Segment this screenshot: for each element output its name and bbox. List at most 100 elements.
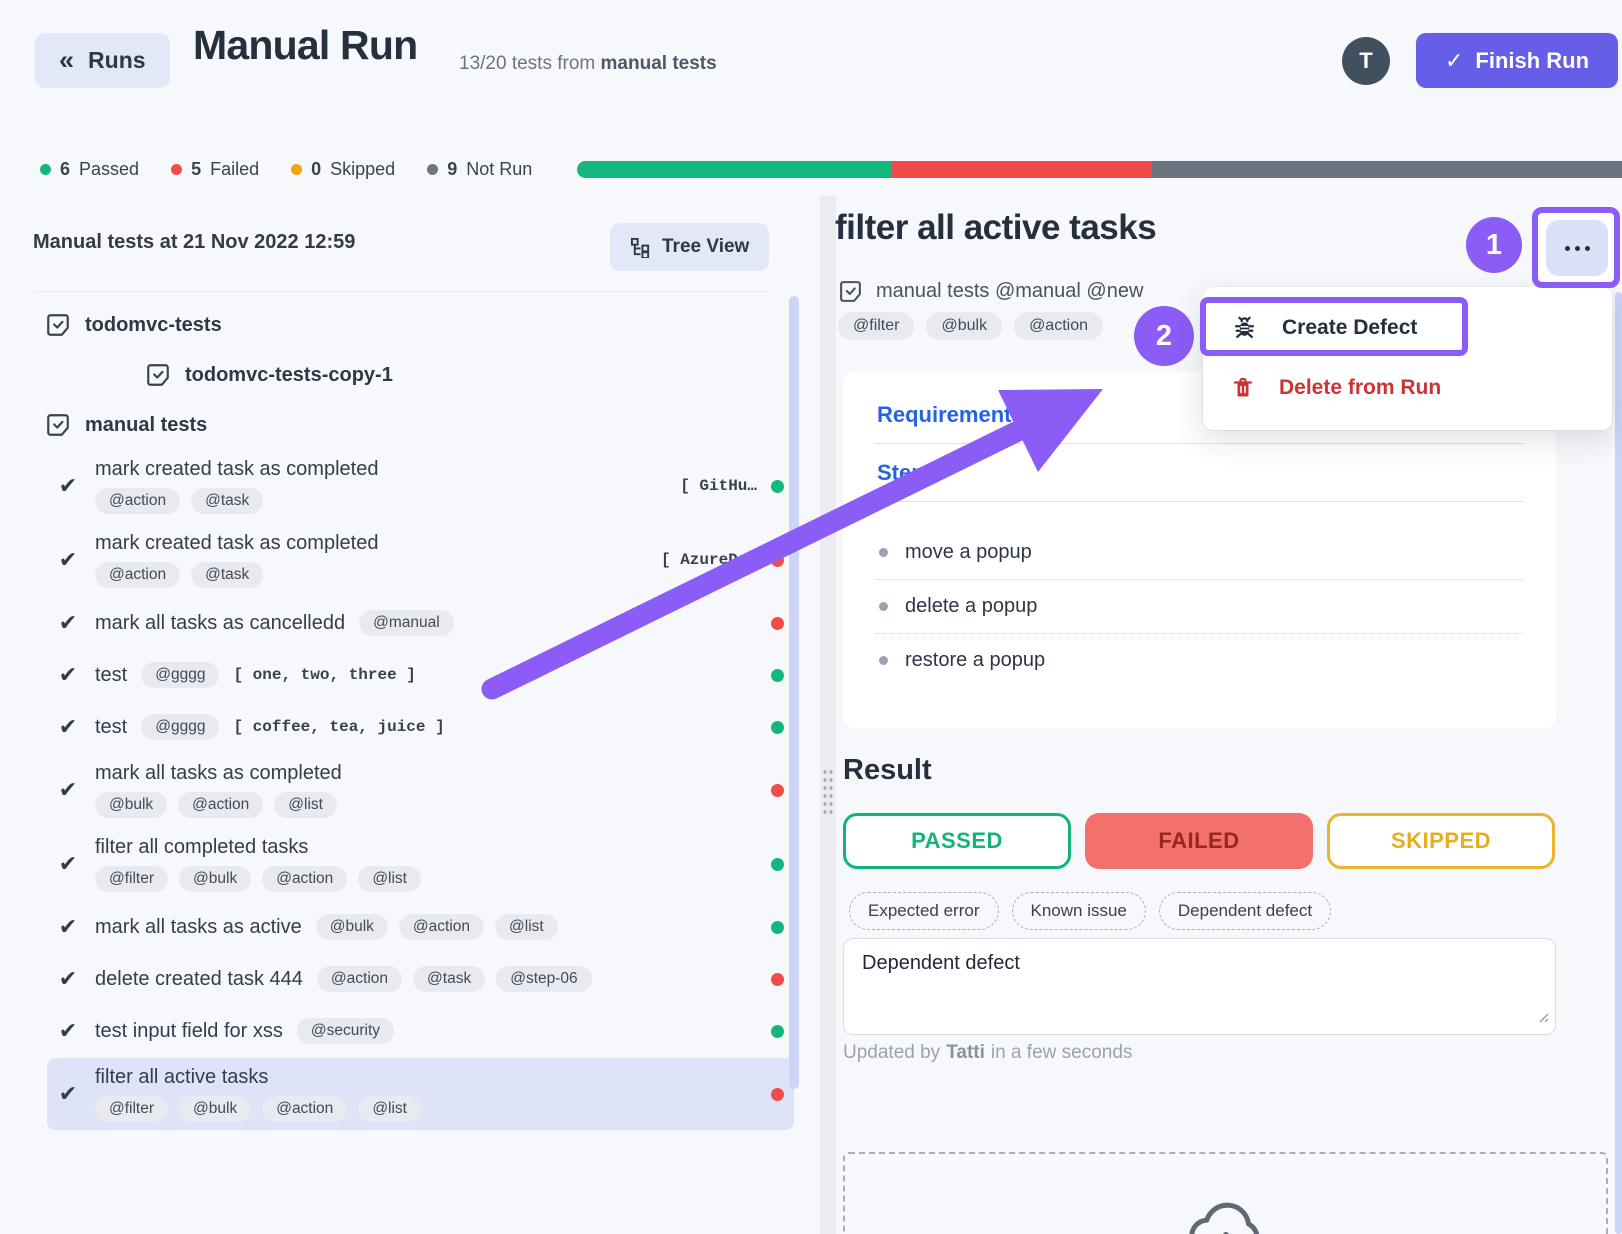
tag-chip: @action [399, 914, 484, 940]
quick-comment-chip[interactable]: Dependent defect [1159, 892, 1331, 930]
test-detail-suite: manual tests @manual @new [838, 279, 1143, 304]
tree-row[interactable]: test input field for xss@security [47, 1006, 794, 1056]
tree-row[interactable]: test@gggg[ one, two, three ] [47, 650, 794, 700]
test-title: mark all tasks as active [95, 916, 302, 939]
tree-row[interactable]: mark created task as completed@action@ta… [47, 450, 794, 522]
checkmark-icon [55, 610, 81, 636]
test-tags-inline: @action@task@step-06 [317, 966, 592, 992]
test-row-right: [ AzureDe… [661, 551, 794, 569]
step-text: move a popup [905, 541, 1032, 564]
tree-row[interactable]: mark created task as completed@action@ta… [47, 524, 794, 596]
tree-row[interactable]: delete created task 444@action@task@step… [47, 954, 794, 1004]
status-dot-icon [171, 164, 182, 175]
suite-icon [45, 312, 71, 338]
tag-chip: @action [178, 792, 263, 818]
attachment-dropzone[interactable] [843, 1152, 1608, 1234]
tag-chip: @filter [95, 866, 168, 892]
status-dot [771, 480, 784, 493]
status-dot-icon [291, 164, 302, 175]
checkmark-icon [55, 966, 81, 992]
right-scrollbar[interactable] [1615, 292, 1622, 1234]
tree-row[interactable]: manual tests [45, 400, 800, 450]
tag-chip: @list [274, 792, 337, 818]
tree-row[interactable]: todomvc-tests-copy-1 [145, 350, 800, 400]
checkmark-icon [55, 777, 81, 803]
skipped-button[interactable]: SKIPPED [1327, 813, 1555, 869]
step-item: restore a popup [875, 634, 1524, 687]
tag-chip: @filter [838, 312, 914, 340]
tag-chip: @manual [359, 610, 454, 636]
test-title: filter all active tasks [95, 1066, 268, 1089]
test-tags: @filter @bulk @action @list [95, 866, 421, 892]
test-tags: @filter@bulk@action@list [95, 1096, 421, 1122]
tree-row[interactable]: todomvc-tests [45, 300, 800, 350]
back-to-runs-button[interactable]: « Runs [35, 33, 170, 88]
quick-comment-chip[interactable]: Expected error [849, 892, 999, 930]
failed-button[interactable]: FAILED [1085, 813, 1313, 869]
annotation-rect-create-defect [1200, 297, 1468, 356]
test-main: mark all tasks as completed@bulk@action@… [95, 762, 342, 818]
stat-item: 0 Skipped [291, 159, 395, 180]
tree-row[interactable]: filter all completed tasks@filter@bulk@a… [47, 828, 794, 900]
finish-run-button[interactable]: ✓ Finish Run [1416, 33, 1618, 88]
steps-heading[interactable]: Steps [875, 460, 1524, 502]
panel-resize-handle[interactable] [822, 768, 835, 818]
tree-row[interactable]: mark all tasks as completed@bulk@action@… [47, 754, 794, 826]
tag-chip: @action [317, 966, 402, 992]
test-main: delete created task 444@action@task@step… [95, 966, 592, 992]
status-dot [771, 721, 784, 734]
step-text: restore a popup [905, 649, 1045, 672]
tag-chip: @task [191, 488, 263, 514]
quick-comment-chip[interactable]: Known issue [1012, 892, 1146, 930]
test-main: test@gggg[ coffee, tea, juice ] [95, 714, 445, 740]
left-scrollbar[interactable] [789, 296, 799, 1089]
tree-row[interactable]: mark all tasks as cancelledd@manual [47, 598, 794, 648]
status-dot [771, 921, 784, 934]
test-tags-inline: @gggg [141, 662, 219, 688]
tree-view-button[interactable]: Tree View [610, 223, 769, 271]
tag-chip: @bulk [179, 866, 251, 892]
back-to-runs-label: Runs [88, 47, 146, 74]
tag-chip: @security [297, 1018, 394, 1044]
test-main: test input field for xss@security [95, 1018, 394, 1044]
comment-field[interactable]: Dependent defect [843, 938, 1556, 1035]
integration-label: [ GitHu… [680, 477, 757, 495]
passed-button[interactable]: PASSED [843, 813, 1071, 869]
test-tags-inline: @manual [359, 610, 454, 636]
tree-row[interactable]: mark all tasks as active @bulk@action@lis… [47, 902, 794, 952]
checkmark-icon [55, 714, 81, 740]
tree-row[interactable]: test@gggg[ coffee, tea, juice ] [47, 702, 794, 752]
stat-label: Not Run [466, 159, 532, 180]
resize-corner-icon[interactable] [1535, 1009, 1549, 1028]
tag-chip: @action [262, 1096, 347, 1122]
test-row-right: [ GitHu… [680, 477, 794, 495]
test-main: mark created task as completed@action@ta… [95, 532, 378, 588]
tag-chip: @list [358, 866, 421, 892]
tag-chip: @task [191, 562, 263, 588]
tag-chip: @list [358, 1096, 421, 1122]
page-title: Manual Run [193, 22, 417, 69]
more-actions-button[interactable] [1546, 220, 1608, 276]
tag-chip: @task [413, 966, 485, 992]
suite-icon [45, 412, 71, 438]
stat-count: 5 [191, 159, 201, 180]
test-row-right [771, 1088, 794, 1101]
test-tags-inline: @bulk@action@list [316, 914, 558, 940]
tag-chip: @gggg [141, 662, 219, 688]
stat-count: 0 [311, 159, 321, 180]
status-dot [771, 1088, 784, 1101]
tree-row[interactable]: filter all active tasks@filter@bulk@acti… [47, 1058, 794, 1130]
stat-label: Skipped [330, 159, 395, 180]
test-title: mark all tasks as completed [95, 762, 342, 785]
status-dot [771, 554, 784, 567]
tag-chip: @action [262, 866, 347, 892]
check-icon: ✓ [1445, 48, 1463, 74]
tag-chip: @bulk [179, 1096, 251, 1122]
tag-chip: @action [1014, 312, 1103, 340]
checkmark-icon [55, 1081, 81, 1107]
tag-chip: @action [95, 488, 180, 514]
comment-field-wrap: Dependent defect [843, 938, 1556, 1035]
ellipsis-icon [1565, 246, 1570, 251]
delete-from-run-menu-item[interactable]: Delete from Run [1203, 358, 1612, 418]
avatar[interactable]: T [1342, 37, 1390, 85]
